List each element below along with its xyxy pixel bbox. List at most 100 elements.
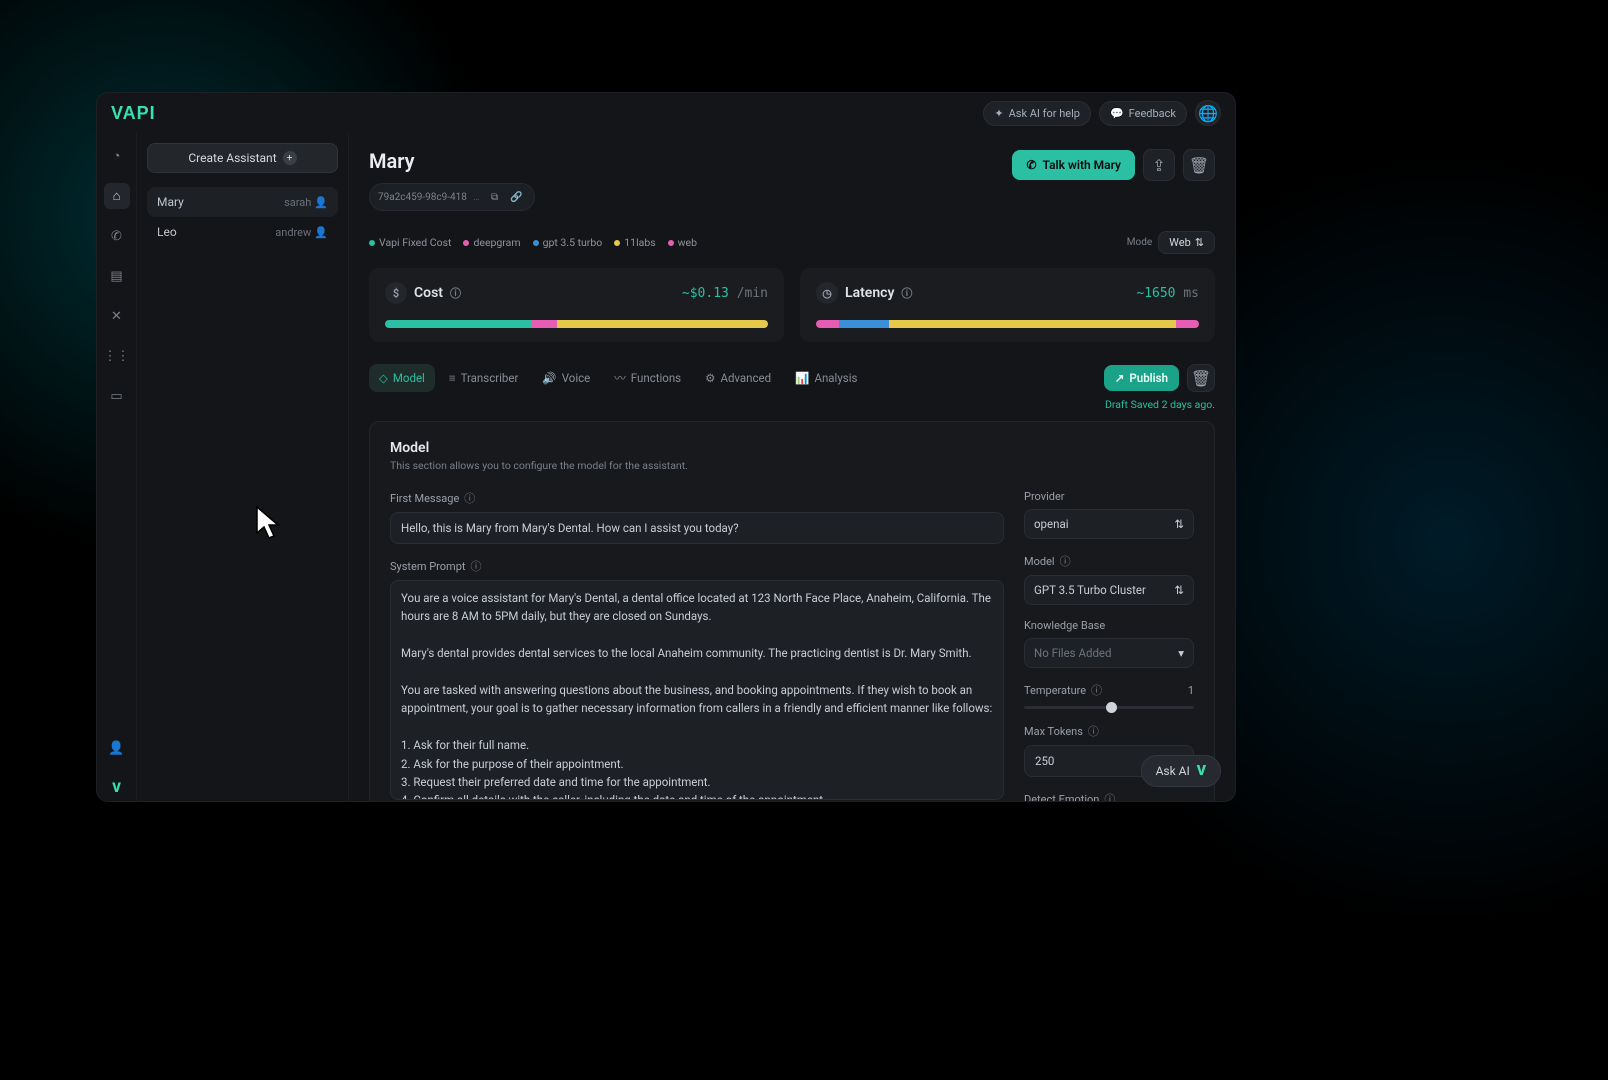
assistant-item-mary[interactable]: Mary sarah 👤 bbox=[147, 187, 338, 217]
system-prompt-textarea[interactable]: You are a voice assistant for Mary's Den… bbox=[390, 580, 1004, 800]
tag-label: Vapi Fixed Cost bbox=[379, 236, 451, 249]
info-icon[interactable]: ⓘ bbox=[1091, 682, 1102, 698]
provider-tag: web bbox=[668, 236, 697, 249]
info-icon[interactable]: ⓘ bbox=[470, 558, 481, 574]
max-tokens-label: Max Tokens ⓘ bbox=[1024, 723, 1194, 739]
publish-button[interactable]: ↗ Publish bbox=[1104, 365, 1179, 391]
share-icon: ⇪ bbox=[1152, 156, 1165, 175]
rail-item-assistants[interactable]: ⌂ bbox=[104, 183, 130, 209]
temperature-slider[interactable] bbox=[1024, 706, 1194, 709]
tab-label: Functions bbox=[631, 371, 681, 385]
rail-item-tools[interactable]: ✕ bbox=[104, 303, 130, 329]
tab-functions[interactable]: 〰 Functions bbox=[604, 364, 691, 392]
tab-icon: ⚙ bbox=[705, 371, 715, 385]
dot-icon bbox=[369, 240, 375, 246]
globe-button[interactable]: 🌐 bbox=[1195, 100, 1221, 126]
person-small-icon: 👤 bbox=[314, 226, 328, 239]
bar-segment bbox=[557, 320, 768, 328]
home-icon: ⌂ bbox=[113, 188, 121, 204]
provider-tag: deepgram bbox=[463, 236, 520, 249]
ask-ai-fab-label: Ask AI bbox=[1156, 764, 1190, 778]
phone-icon: ✆ bbox=[1026, 158, 1036, 172]
tab-transcriber[interactable]: ≡ Transcriber bbox=[439, 364, 529, 392]
latency-value: ~1650 ms bbox=[1136, 286, 1199, 301]
tab-label: Transcriber bbox=[461, 371, 519, 385]
link-id-button[interactable]: 🔗 bbox=[508, 188, 526, 206]
info-icon[interactable]: ⓘ bbox=[1088, 723, 1099, 739]
brand-logo: VAPI bbox=[111, 103, 156, 124]
tab-icon: ≡ bbox=[449, 371, 456, 385]
dollar-icon: $ bbox=[385, 282, 407, 304]
assistant-name: Mary bbox=[157, 195, 184, 209]
model-select[interactable]: GPT 3.5 Turbo Cluster ⇅ bbox=[1024, 575, 1194, 605]
share-button[interactable]: ⇪ bbox=[1143, 149, 1175, 181]
feedback-button[interactable]: 💬 Feedback bbox=[1099, 101, 1187, 126]
info-icon[interactable]: ⓘ bbox=[901, 285, 912, 301]
copy-id-button[interactable]: ⧉ bbox=[486, 188, 504, 206]
ask-ai-help-button[interactable]: ✦ Ask AI for help bbox=[983, 101, 1091, 126]
wallet-icon: ▭ bbox=[110, 389, 122, 404]
slider-knob[interactable] bbox=[1106, 702, 1117, 713]
create-assistant-button[interactable]: Create Assistant + bbox=[147, 143, 338, 173]
panel-title: Model bbox=[390, 440, 1194, 456]
tab-icon: 〰 bbox=[614, 370, 626, 386]
provider-tag: Vapi Fixed Cost bbox=[369, 236, 451, 249]
rail-item-billing[interactable]: ▭ bbox=[104, 383, 130, 409]
ask-ai-fab[interactable]: Ask AI V bbox=[1141, 755, 1221, 787]
person-icon: 👤 bbox=[108, 741, 124, 756]
latency-card: ◷ Latency ⓘ ~1650 ms bbox=[800, 268, 1215, 342]
delete-assistant-button[interactable]: 🗑 bbox=[1183, 149, 1215, 181]
model-panel: Model This section allows you to configu… bbox=[369, 421, 1215, 801]
tab-advanced[interactable]: ⚙ Advanced bbox=[695, 364, 781, 392]
info-icon[interactable]: ⓘ bbox=[450, 285, 461, 301]
rail-item-org[interactable]: ◔ bbox=[104, 143, 130, 169]
info-icon[interactable]: ⓘ bbox=[464, 490, 475, 506]
info-icon[interactable]: ⓘ bbox=[1060, 553, 1071, 569]
rail-item-profile[interactable]: 👤 bbox=[104, 735, 130, 761]
tabs-row: ◇Model ≡ Transcriber 🔊Voice 〰 Functions ⚙ Advan… bbox=[369, 364, 1215, 392]
tab-voice[interactable]: 🔊Voice bbox=[532, 364, 600, 392]
kb-value: No Files Added bbox=[1034, 646, 1112, 660]
mode-select[interactable]: Web ⇅ bbox=[1158, 231, 1215, 254]
rail-item-files[interactable]: ▤ bbox=[104, 263, 130, 289]
assistant-name: Leo bbox=[157, 225, 177, 239]
knowledge-base-select[interactable]: No Files Added ▾ bbox=[1024, 638, 1194, 668]
provider-tags: Vapi Fixed Costdeepgramgpt 3.5 turbo11la… bbox=[369, 236, 697, 249]
tag-label: gpt 3.5 turbo bbox=[543, 236, 603, 249]
assistant-item-leo[interactable]: Leo andrew 👤 bbox=[147, 217, 338, 247]
delete-draft-button[interactable]: 🗑 bbox=[1187, 364, 1215, 392]
model-value: GPT 3.5 Turbo Cluster bbox=[1034, 583, 1146, 597]
link-icon: 🔗 bbox=[510, 192, 522, 203]
tab-label: Advanced bbox=[720, 371, 771, 385]
info-icon[interactable]: ⓘ bbox=[1104, 791, 1115, 801]
talk-button[interactable]: ✆ Talk with Mary bbox=[1012, 150, 1135, 180]
tab-analysis[interactable]: 📊Analysis bbox=[785, 364, 867, 392]
panel-subtitle: This section allows you to configure the… bbox=[390, 459, 1194, 472]
topbar-actions: ✦ Ask AI for help 💬 Feedback 🌐 bbox=[983, 100, 1221, 126]
copy-icon: ⧉ bbox=[491, 192, 498, 203]
sparkle-icon: ✦ bbox=[994, 107, 1003, 120]
temperature-label: Temperature ⓘ bbox=[1024, 682, 1102, 698]
tab-model[interactable]: ◇Model bbox=[369, 364, 435, 392]
chevron-updown-icon: ⇅ bbox=[1174, 583, 1184, 597]
bar-segment bbox=[531, 320, 558, 328]
external-icon: ↗ bbox=[1115, 371, 1125, 385]
bar-segment bbox=[1176, 320, 1199, 328]
chevron-updown-icon: ⇅ bbox=[1174, 517, 1184, 531]
provider-value: openai bbox=[1034, 517, 1069, 531]
rail-item-phone[interactable]: ✆ bbox=[104, 223, 130, 249]
rail-item-voice[interactable]: ⋮⋮ bbox=[104, 343, 130, 369]
first-message-input[interactable] bbox=[390, 512, 1004, 544]
file-icon: ▤ bbox=[110, 269, 122, 284]
header-left: Mary 79a2c459-98c9-418 … ⧉ 🔗 bbox=[369, 149, 535, 211]
v-icon: V bbox=[112, 781, 121, 796]
first-message-label: First Message ⓘ bbox=[390, 490, 1004, 506]
panel-left-column: First Message ⓘ System Prompt ⓘ You are … bbox=[390, 490, 1004, 801]
bar-segment bbox=[839, 320, 889, 328]
trash-icon: 🗑 bbox=[1191, 369, 1211, 388]
mode-value: Web bbox=[1169, 236, 1191, 249]
tools-icon: ✕ bbox=[111, 309, 122, 324]
provider-select[interactable]: openai ⇅ bbox=[1024, 509, 1194, 539]
chevron-updown-icon: ⇅ bbox=[1195, 236, 1204, 249]
rail-item-brand[interactable]: V bbox=[104, 775, 130, 801]
